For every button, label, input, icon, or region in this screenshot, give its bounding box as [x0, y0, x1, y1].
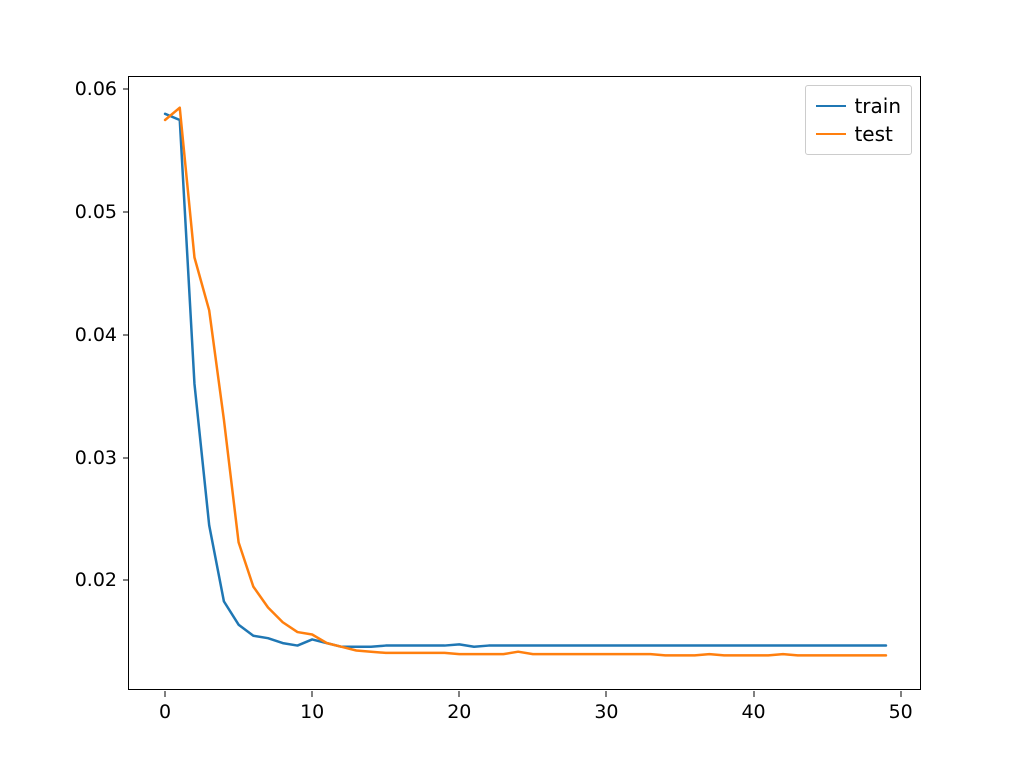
series-line-train [165, 114, 886, 647]
x-tick-label: 30 [594, 701, 618, 723]
x-tick-mark [312, 691, 313, 697]
x-tick-label: 40 [741, 701, 765, 723]
x-tick-mark [165, 691, 166, 697]
x-tick-mark [459, 691, 460, 697]
y-tick-mark [123, 89, 129, 90]
legend-entry-train: train [816, 92, 901, 120]
legend-entry-test: test [816, 120, 901, 148]
y-tick-label: 0.02 [75, 569, 117, 591]
x-tick-label: 10 [300, 701, 324, 723]
x-tick-mark [753, 691, 754, 697]
x-tick-mark [606, 691, 607, 697]
legend-swatch-icon [816, 105, 846, 108]
series-line-test [165, 108, 886, 656]
plot-area [129, 77, 922, 691]
y-tick-mark [123, 212, 129, 213]
chart-axes: traintest 010203040500.020.030.040.050.0… [128, 76, 921, 690]
legend-swatch-icon [816, 133, 846, 136]
legend: traintest [805, 85, 912, 155]
y-tick-mark [123, 580, 129, 581]
x-tick-label: 50 [889, 701, 913, 723]
y-tick-label: 0.03 [75, 447, 117, 469]
chart-figure: traintest 0 10 20 30 40 50 0.02 0.03 0.04 0.05 0.0… [0, 0, 1024, 768]
x-tick-mark [900, 691, 901, 697]
legend-label: test [854, 120, 892, 148]
y-tick-label: 0.04 [75, 324, 117, 346]
y-tick-label: 0.06 [75, 78, 117, 100]
y-tick-mark [123, 334, 129, 335]
y-tick-label: 0.05 [75, 201, 117, 223]
y-tick-mark [123, 457, 129, 458]
legend-label: train [854, 92, 901, 120]
x-tick-label: 0 [159, 701, 171, 723]
x-tick-label: 20 [447, 701, 471, 723]
